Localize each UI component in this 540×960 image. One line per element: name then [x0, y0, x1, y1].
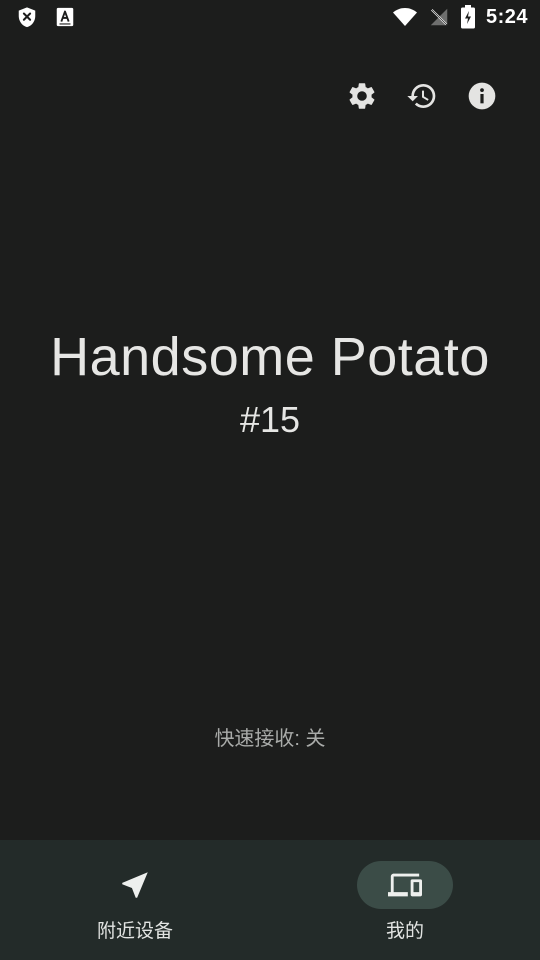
history-button[interactable]: [406, 76, 438, 116]
nav-item-my-device[interactable]: 我的: [270, 840, 540, 960]
device-number: #15: [239, 399, 301, 440]
history-icon: [406, 80, 438, 112]
font-a-icon: [54, 6, 76, 28]
nav-label: 我的: [385, 921, 424, 942]
toolbar-actions: [346, 76, 498, 116]
shield-x-icon: [16, 6, 38, 28]
nav-item-nearby-devices[interactable]: 附近设备: [0, 840, 270, 960]
settings-button[interactable]: [346, 76, 378, 116]
info-icon: [466, 80, 498, 112]
battery-charging-icon: [460, 5, 476, 29]
quick-receive-status[interactable]: 快速接收: 关: [0, 722, 540, 751]
nav-label: 附近设备: [96, 921, 173, 942]
info-button[interactable]: [466, 76, 498, 116]
device-identity: Handsome Potato #15: [0, 324, 540, 444]
no-signal-icon: [428, 6, 450, 28]
status-left-icons: [16, 6, 76, 28]
device-name: Handsome Potato: [50, 327, 490, 387]
wifi-icon: [392, 5, 418, 29]
nav-active-indicator: [357, 861, 453, 909]
nav-icon-container: [87, 861, 183, 909]
status-time: 5:24: [485, 5, 528, 28]
settings-icon: [346, 80, 378, 112]
devices-icon: [388, 868, 422, 902]
send-arrow-icon: [118, 868, 152, 902]
app-screen: 5:24 Handsome Potato #15 快速接收: 关 附近设备 我的: [0, 0, 540, 960]
bottom-navigation: 附近设备 我的: [0, 840, 540, 960]
status-bar: 5:24: [0, 0, 540, 36]
status-right-icons: 5:24: [392, 5, 528, 29]
